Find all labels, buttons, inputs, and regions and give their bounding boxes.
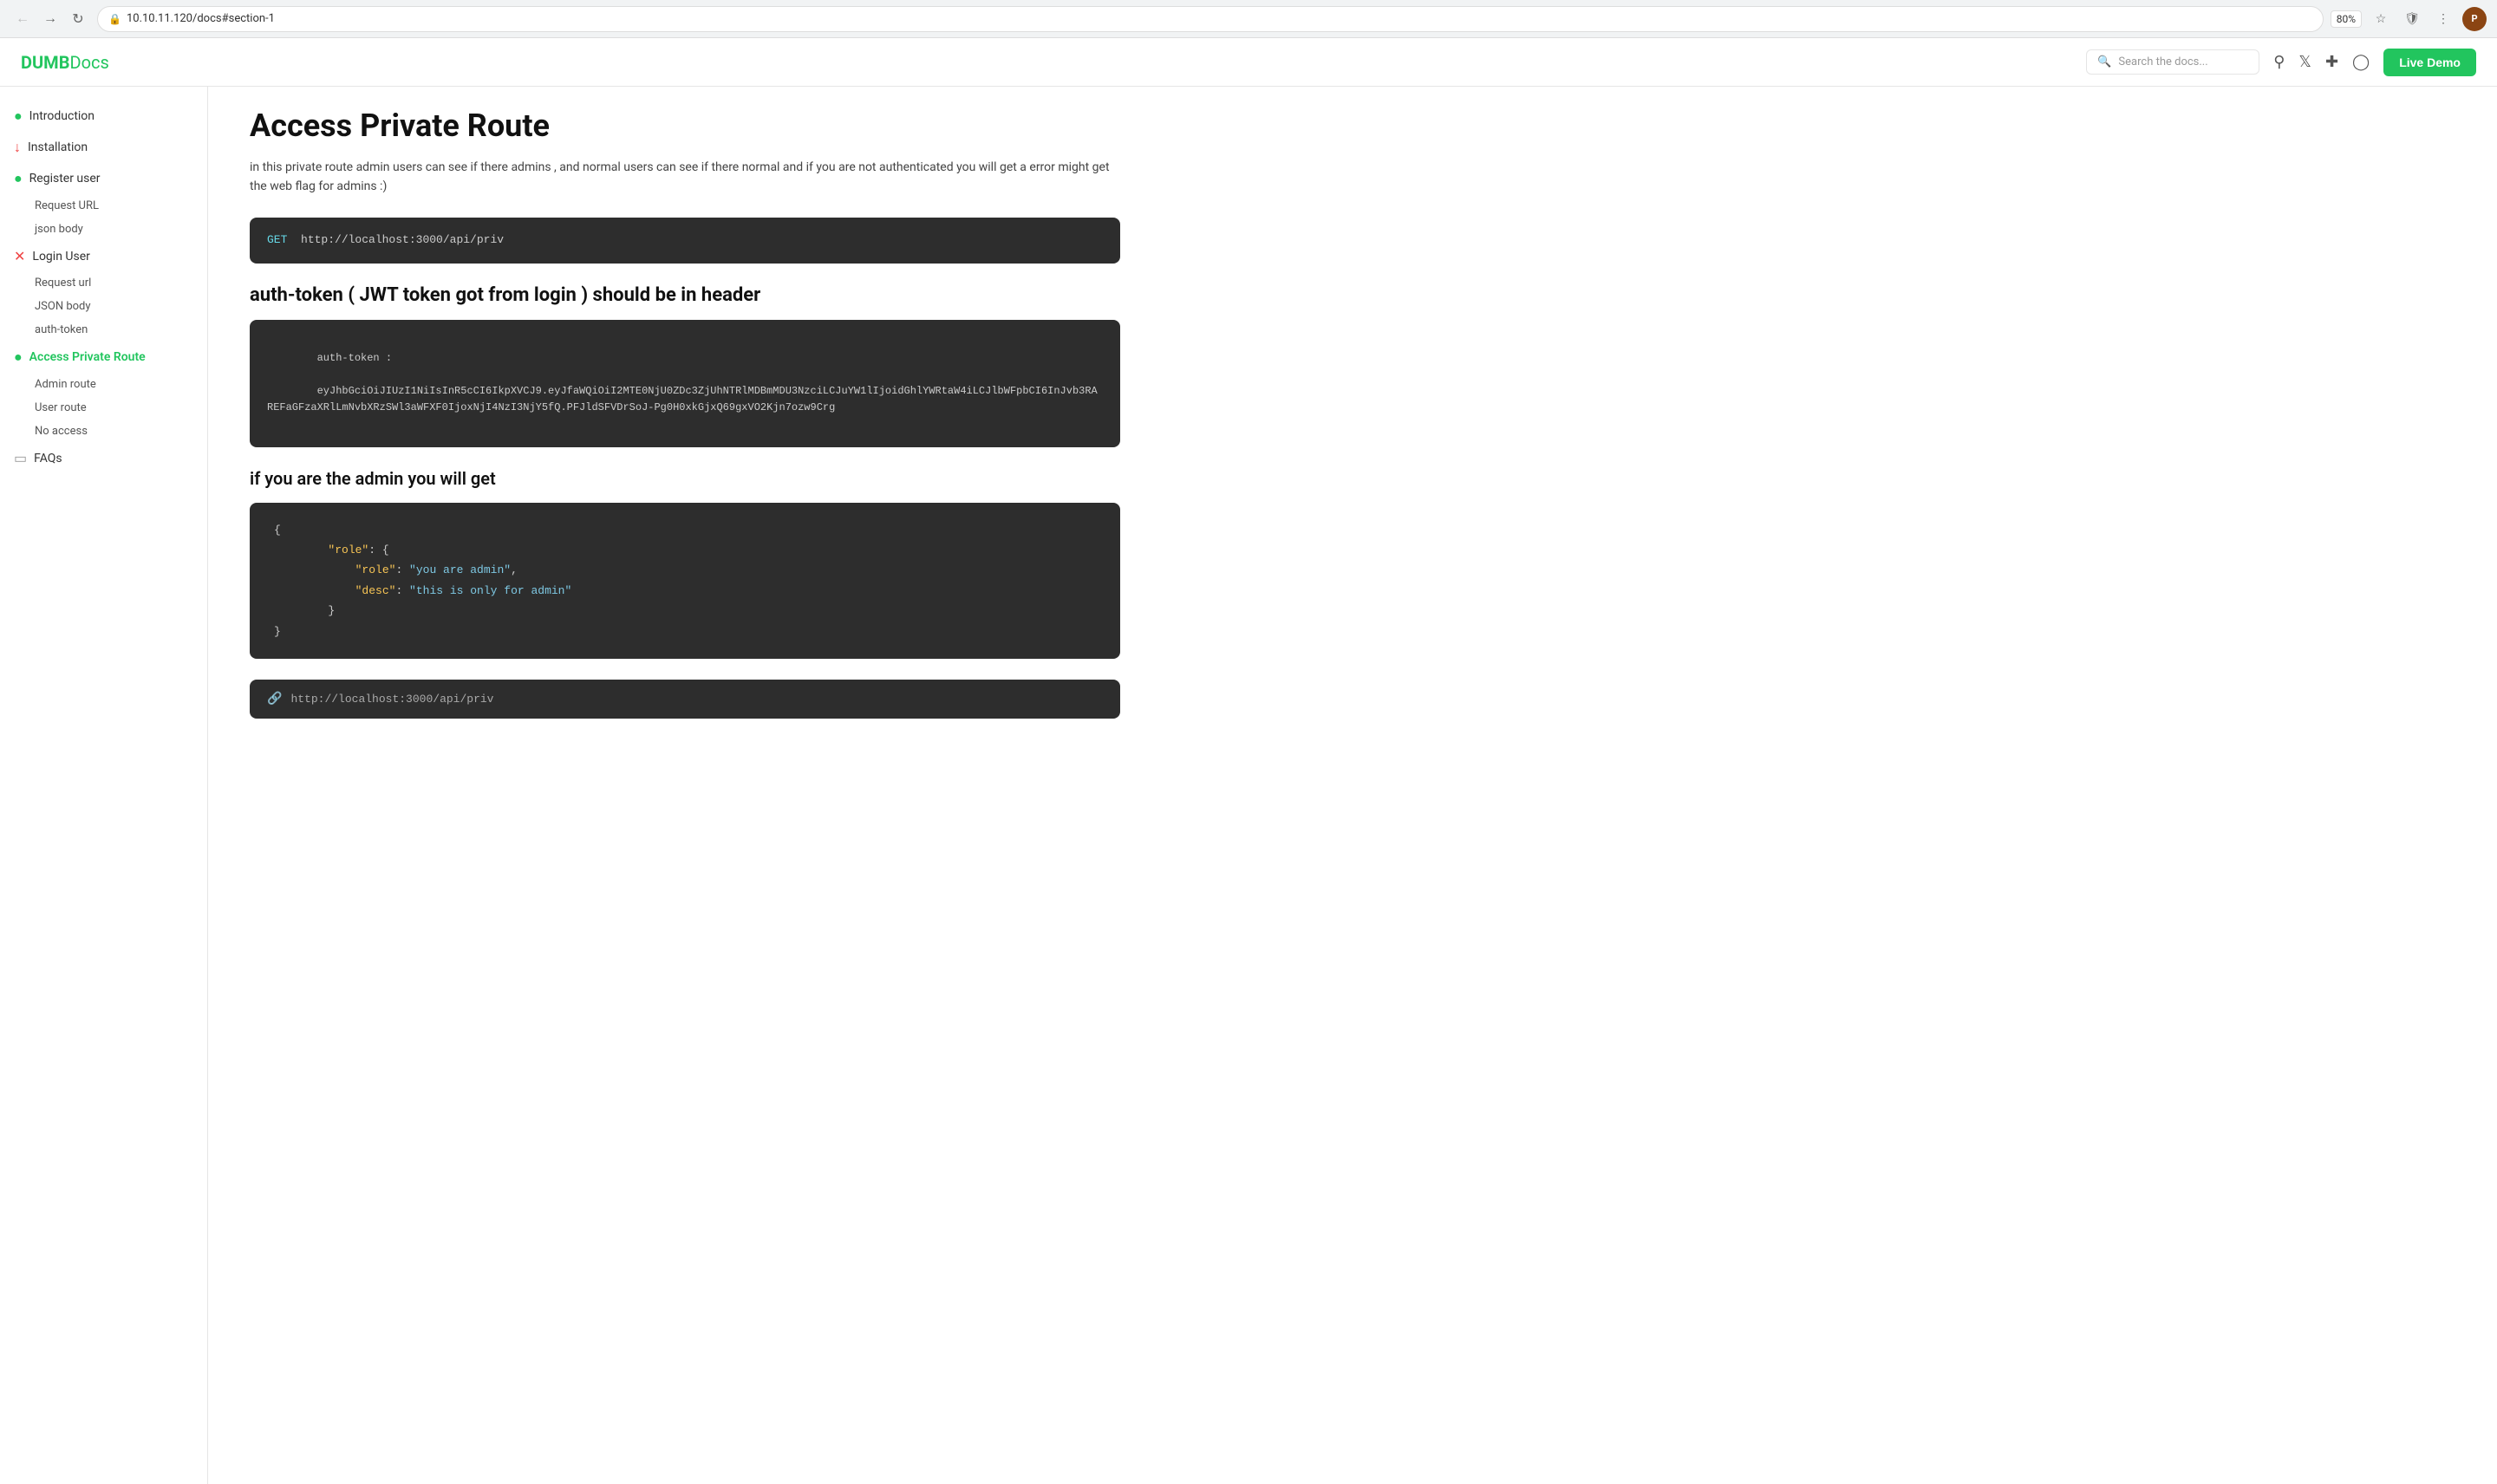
lock-icon: 🔒 xyxy=(108,13,121,25)
sidebar-subitem-request-url[interactable]: Request URL xyxy=(0,194,207,218)
back-button[interactable]: ← xyxy=(10,7,35,31)
sidebar-label-login: Login User xyxy=(32,250,89,264)
json-key-role: "role" xyxy=(328,543,368,556)
sidebar: ● Introduction ↓ Installation ● Register… xyxy=(0,87,208,1484)
top-nav: DUMBDocs 🔍 Search the docs... ⚲ 𝕏 ✚ ◯ Li… xyxy=(0,38,2497,87)
auth-token-heading: auth-token ( JWT token got from login ) … xyxy=(250,284,1120,306)
sidebar-subitem-json-body[interactable]: json body xyxy=(0,218,207,241)
address-bar[interactable]: 🔒 10.10.11.120/docs#section-1 xyxy=(97,6,2324,32)
logo: DUMBDocs xyxy=(21,52,109,73)
github-icon[interactable]: ⚲ xyxy=(2273,53,2285,71)
search-icon: 🔍 xyxy=(2097,55,2111,68)
sidebar-subitem-request-url-login[interactable]: Request url xyxy=(0,271,207,295)
x-icon: ✕ xyxy=(14,248,25,264)
sidebar-item-login-user[interactable]: ✕ Login User xyxy=(0,241,207,271)
json-key-role-inner: "role" xyxy=(355,563,396,576)
sidebar-item-installation[interactable]: ↓ Installation xyxy=(0,132,207,163)
app-container: DUMBDocs 🔍 Search the docs... ⚲ 𝕏 ✚ ◯ Li… xyxy=(0,38,2497,1484)
sidebar-subitem-no-access[interactable]: No access xyxy=(0,420,207,443)
page-description: in this private route admin users can se… xyxy=(250,158,1120,197)
admin-section-heading: if you are the admin you will get xyxy=(250,468,1120,489)
circle-icon-3: ● xyxy=(14,348,23,366)
auth-token-code-block: auth-token : eyJhbGciOiJIUzI1NiIsInR5cCI… xyxy=(250,320,1120,447)
sidebar-subitem-user-route[interactable]: User route xyxy=(0,396,207,420)
sidebar-subitem-auth-token[interactable]: auth-token xyxy=(0,318,207,342)
nav-buttons: ← → ↻ xyxy=(10,7,90,31)
slack-icon[interactable]: ✚ xyxy=(2325,53,2338,71)
bookmark-button[interactable]: ☆ xyxy=(2369,7,2393,31)
support-icon[interactable]: ◯ xyxy=(2352,53,2370,71)
sidebar-label-register: Register user xyxy=(29,172,101,186)
browser-actions: 80% ☆ 🛡 ⋮ P xyxy=(2331,7,2487,31)
endpoint-code-block: GET http://localhost:3000/api/priv xyxy=(250,218,1120,264)
circle-icon-2: ● xyxy=(14,170,23,187)
browser-chrome: ← → ↻ 🔒 10.10.11.120/docs#section-1 80% … xyxy=(0,0,2497,38)
endpoint-method: GET xyxy=(267,233,287,246)
sidebar-item-introduction[interactable]: ● Introduction xyxy=(0,101,207,132)
sidebar-item-faqs[interactable]: ▭ FAQs xyxy=(0,443,207,473)
json-key-desc: "desc" xyxy=(355,584,396,597)
twitter-icon[interactable]: 𝕏 xyxy=(2298,53,2311,71)
endpoint-url: http://localhost:3000/api/priv xyxy=(301,233,504,246)
logo-light: Docs xyxy=(69,52,108,73)
shield-icon[interactable]: 🛡 xyxy=(2400,7,2424,31)
square-icon: ▭ xyxy=(14,450,27,466)
main-layout: ● Introduction ↓ Installation ● Register… xyxy=(0,87,2497,1484)
sidebar-label-introduction: Introduction xyxy=(29,109,95,123)
sidebar-subitem-json-body-login[interactable]: JSON body xyxy=(0,295,207,318)
zoom-badge[interactable]: 80% xyxy=(2331,10,2362,28)
link-icon: 🔗 xyxy=(267,692,282,706)
bottom-url: http://localhost:3000/api/priv xyxy=(290,693,493,706)
admin-json-block: { "role": { "role": "you are admin", "de… xyxy=(250,503,1120,659)
menu-icon[interactable]: ⋮ xyxy=(2431,7,2455,31)
circle-icon: ● xyxy=(14,107,23,125)
auth-token-label: auth-token : xyxy=(317,352,392,364)
nav-right: 🔍 Search the docs... ⚲ 𝕏 ✚ ◯ Live Demo xyxy=(2086,49,2476,76)
json-val-desc: "this is only for admin" xyxy=(409,584,571,597)
search-bar[interactable]: 🔍 Search the docs... xyxy=(2086,49,2259,75)
sidebar-item-access-private-route[interactable]: ● Access Private Route xyxy=(0,342,207,373)
sidebar-item-register-user[interactable]: ● Register user xyxy=(0,163,207,194)
arrow-down-icon: ↓ xyxy=(14,139,21,156)
page-title: Access Private Route xyxy=(250,107,1120,144)
json-val-role: "you are admin" xyxy=(409,563,511,576)
sidebar-label-faqs: FAQs xyxy=(34,452,62,465)
bottom-code-bar: 🔗 http://localhost:3000/api/priv xyxy=(250,680,1120,719)
live-demo-button[interactable]: Live Demo xyxy=(2383,49,2476,76)
forward-button[interactable]: → xyxy=(38,7,62,31)
sidebar-label-installation: Installation xyxy=(28,140,88,154)
auth-token-value: eyJhbGciOiJIUzI1NiIsInR5cCI6IkpXVCJ9.eyJ… xyxy=(267,385,1098,413)
sidebar-subitem-admin-route[interactable]: Admin route xyxy=(0,373,207,396)
url-text: 10.10.11.120/docs#section-1 xyxy=(127,12,275,25)
logo-bold: DUMB xyxy=(21,52,69,73)
search-placeholder: Search the docs... xyxy=(2118,55,2207,68)
reload-button[interactable]: ↻ xyxy=(66,7,90,31)
content-area: Access Private Route in this private rou… xyxy=(208,87,1162,1484)
sidebar-label-access: Access Private Route xyxy=(29,350,146,364)
avatar: P xyxy=(2462,7,2487,31)
